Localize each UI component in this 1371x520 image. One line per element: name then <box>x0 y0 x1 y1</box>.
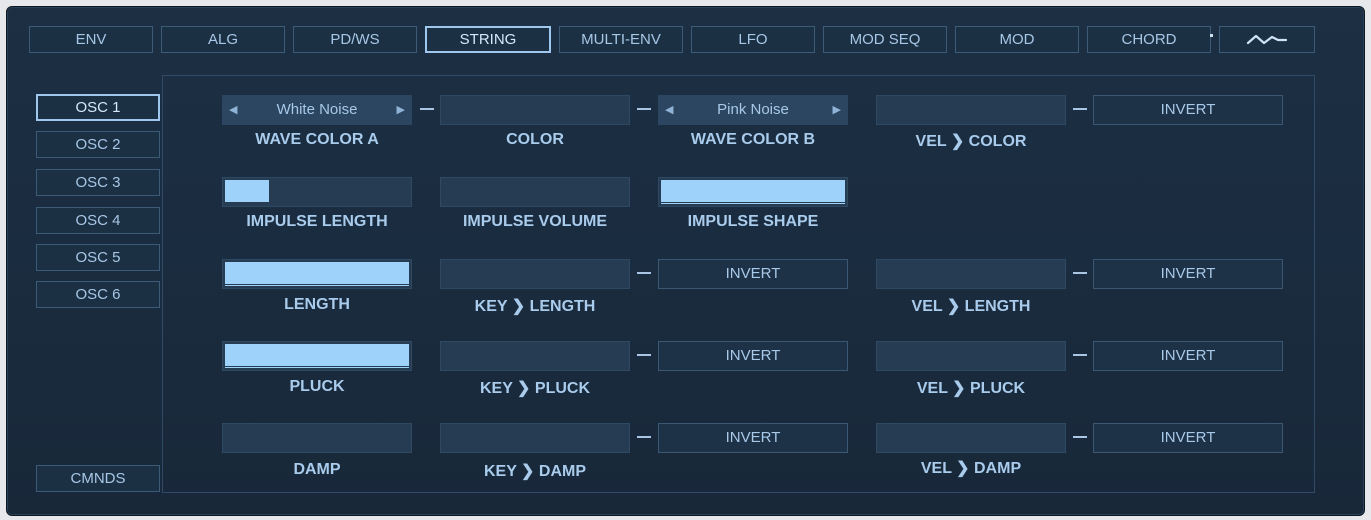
tab-pdws[interactable]: PD/WS <box>293 26 417 53</box>
tab-mod[interactable]: MOD <box>955 26 1079 53</box>
waveform-icon <box>1246 34 1288 45</box>
pluck-slider[interactable] <box>222 341 412 371</box>
vel-pluck-invert-button[interactable]: INVERT <box>1093 341 1283 371</box>
impulse-volume-label: IMPULSE VOLUME <box>462 213 607 230</box>
arrow-right-icon[interactable]: ▶ <box>833 95 841 125</box>
tab-mod-seq[interactable]: MOD SEQ <box>823 26 947 53</box>
arrow-left-icon[interactable]: ◀ <box>665 95 673 125</box>
vel-damp-label: VEL ❯ DAMP <box>920 460 1022 477</box>
pluck-fill <box>225 344 409 366</box>
key-damp-slider[interactable] <box>440 423 630 453</box>
wave-color-a-selector[interactable]: ◀ White Noise ▶ <box>222 95 412 125</box>
vel-pluck-slider[interactable] <box>876 341 1066 371</box>
key-pluck-slider[interactable] <box>440 341 630 371</box>
cmnds-button[interactable]: CMNDS <box>36 465 160 492</box>
wave-color-b-value: Pink Noise <box>717 101 789 118</box>
osc-5-button[interactable]: OSC 5 <box>36 244 160 271</box>
length-slider[interactable] <box>222 259 412 289</box>
connector-dash <box>1073 108 1087 110</box>
vel-damp-invert-button[interactable]: INVERT <box>1093 423 1283 453</box>
damp-label: DAMP <box>293 461 341 478</box>
tab-env[interactable]: ENV <box>29 26 153 53</box>
key-length-label: KEY ❯ LENGTH <box>474 298 596 315</box>
impulse-shape-fill <box>661 180 845 202</box>
vel-length-invert-button[interactable]: INVERT <box>1093 259 1283 289</box>
vel-color-label: VEL ❯ COLOR <box>915 133 1027 150</box>
connector-dash <box>1073 436 1087 438</box>
pluck-label: PLUCK <box>289 378 345 395</box>
tab-alg[interactable]: ALG <box>161 26 285 53</box>
vel-length-slider[interactable] <box>876 259 1066 289</box>
impulse-shape-slider[interactable] <box>658 177 848 207</box>
wave-color-a-label: WAVE COLOR A <box>255 131 379 148</box>
vel-length-label: VEL ❯ LENGTH <box>911 298 1031 315</box>
color-label: COLOR <box>506 131 564 148</box>
key-pluck-label: KEY ❯ PLUCK <box>479 380 590 397</box>
connector-dash <box>420 108 434 110</box>
length-label: LENGTH <box>284 296 350 313</box>
wave-color-a-value: White Noise <box>276 101 358 118</box>
connector-dash <box>637 436 651 438</box>
key-length-invert-button[interactable]: INVERT <box>658 259 848 289</box>
arrow-right-icon[interactable]: ▶ <box>397 95 405 125</box>
chord-indicator-dot <box>1210 34 1213 37</box>
wave-color-b-label: WAVE COLOR B <box>690 131 816 148</box>
vel-pluck-label: VEL ❯ PLUCK <box>916 380 1026 397</box>
key-damp-label: KEY ❯ DAMP <box>483 463 586 480</box>
wave-color-b-selector[interactable]: ◀ Pink Noise ▶ <box>658 95 848 125</box>
tab-chord[interactable]: CHORD <box>1087 26 1211 53</box>
vel-color-invert-button[interactable]: INVERT <box>1093 95 1283 125</box>
tab-lfo[interactable]: LFO <box>691 26 815 53</box>
key-damp-invert-button[interactable]: INVERT <box>658 423 848 453</box>
osc-4-button[interactable]: OSC 4 <box>36 207 160 234</box>
connector-dash <box>637 108 651 110</box>
connector-dash <box>1073 354 1087 356</box>
impulse-length-label: IMPULSE LENGTH <box>246 213 388 230</box>
osc-2-button[interactable]: OSC 2 <box>36 131 160 158</box>
arrow-left-icon[interactable]: ◀ <box>229 95 237 125</box>
connector-dash <box>637 272 651 274</box>
osc-3-button[interactable]: OSC 3 <box>36 169 160 196</box>
impulse-length-slider[interactable] <box>222 177 412 207</box>
osc-6-button[interactable]: OSC 6 <box>36 281 160 308</box>
key-length-slider[interactable] <box>440 259 630 289</box>
length-fill <box>225 262 409 284</box>
vel-color-slider[interactable] <box>876 95 1066 125</box>
damp-slider[interactable] <box>222 423 412 453</box>
tab-multi-env[interactable]: MULTI-ENV <box>559 26 683 53</box>
tab-waveform[interactable] <box>1219 26 1315 53</box>
tab-string[interactable]: STRING <box>425 26 551 53</box>
key-pluck-invert-button[interactable]: INVERT <box>658 341 848 371</box>
connector-dash <box>637 354 651 356</box>
vel-damp-slider[interactable] <box>876 423 1066 453</box>
color-slider[interactable] <box>440 95 630 125</box>
osc-1-button[interactable]: OSC 1 <box>36 94 160 121</box>
impulse-volume-slider[interactable] <box>440 177 630 207</box>
connector-dash <box>1073 272 1087 274</box>
impulse-length-fill <box>225 180 269 202</box>
impulse-shape-label: IMPULSE SHAPE <box>687 213 819 230</box>
